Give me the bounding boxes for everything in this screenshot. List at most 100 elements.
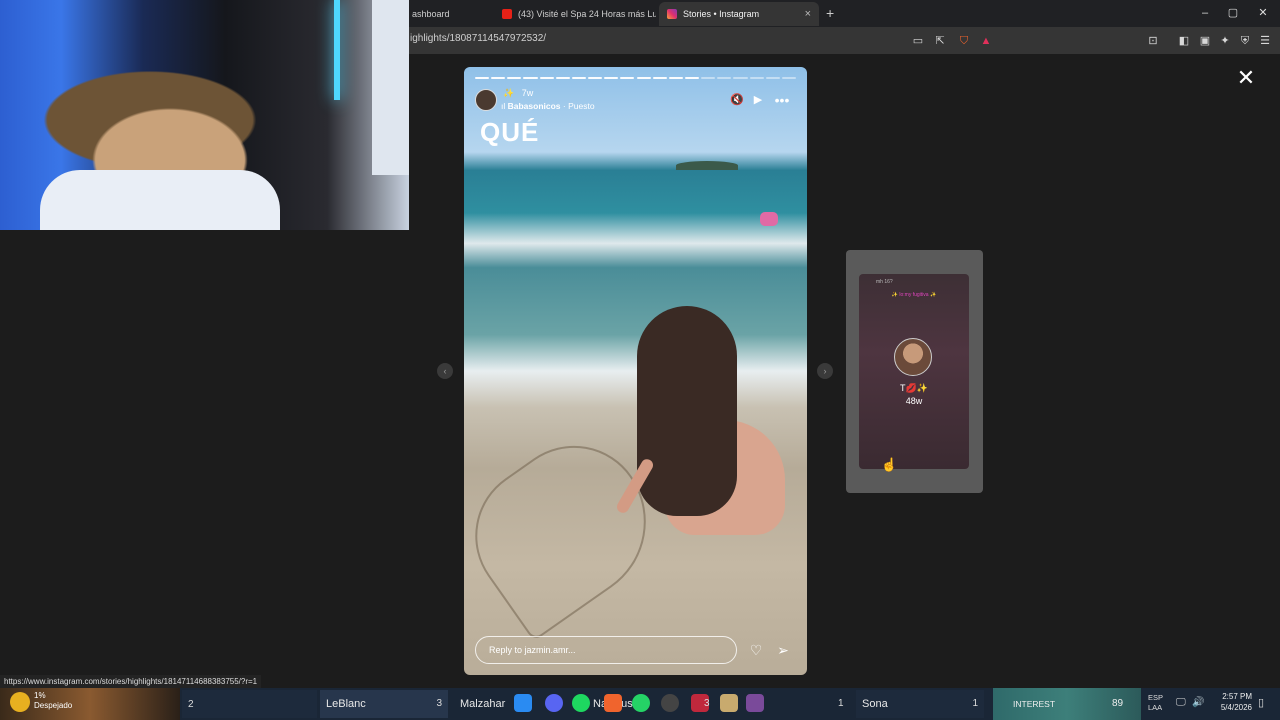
reply-input[interactable]: Reply to jazmin.amr... [475, 636, 737, 664]
sparkle-emoji: ✨ [503, 88, 515, 98]
story-caption: QUÉ [480, 117, 540, 147]
whatsapp-icon[interactable] [632, 694, 650, 712]
mute-icon[interactable]: 🔇 [729, 92, 745, 108]
progress-segment [636, 77, 651, 79]
progress-segment [620, 77, 635, 79]
send-icon[interactable]: ➢ [774, 641, 792, 659]
obs-icon[interactable] [661, 694, 679, 712]
brave-browser-icon[interactable] [604, 694, 622, 712]
next-story-avatar[interactable] [894, 338, 932, 376]
volume-icon[interactable]: 🔊 [1192, 697, 1204, 708]
progress-segment [668, 77, 683, 79]
tab-label: (43) Visité el Spa 24 Horas más Lujos [518, 9, 656, 19]
music-song: · Puesto [562, 101, 595, 111]
weather-widget[interactable]: 1% Despejado [34, 691, 72, 711]
discord-icon[interactable] [545, 694, 563, 712]
play-icon[interactable]: ▶ [750, 92, 766, 108]
next-story-arrow[interactable]: › [817, 363, 833, 379]
next-story-caption: ✨ lo:my fugitiva ✨ [891, 292, 937, 298]
next-story-name: T💋✨ [900, 383, 928, 393]
taskbar-segment[interactable]: 2 [182, 690, 317, 718]
new-tab-button[interactable]: + [826, 5, 834, 21]
weather-icon [10, 692, 30, 712]
system-clock[interactable]: 2:57 PM 5/4/2026 [1210, 691, 1252, 713]
interest-label: INTEREST [1013, 699, 1056, 709]
brave-shield-icon[interactable]: ⛉ [956, 33, 972, 49]
url-field[interactable]: ighlights/18087114547972532/ [410, 33, 546, 44]
reply-placeholder: Reply to jazmin.amr... [489, 645, 576, 655]
notification-icon[interactable]: ▯ [1258, 696, 1264, 709]
story-time: ✨ 7w [503, 88, 533, 99]
spotify-icon[interactable] [572, 694, 590, 712]
music-icon: ıl [501, 101, 506, 111]
story-island [676, 161, 738, 170]
progress-segment [523, 77, 538, 79]
segment-label: Malzahar [460, 698, 506, 710]
language-line1: ESP [1148, 693, 1164, 702]
next-story-tiny-label: mh 16? [876, 279, 893, 285]
next-story-time: 48w [905, 396, 923, 406]
restore-button[interactable]: ▢ [1216, 4, 1250, 22]
close-viewer-icon[interactable]: ✕ [1235, 67, 1257, 89]
progress-segment [749, 77, 764, 79]
tab-close-icon[interactable]: × [805, 8, 811, 20]
cast-icon[interactable]: ▭ [910, 33, 926, 49]
sidebar-icon[interactable]: ◧ [1176, 33, 1192, 49]
taskbar-leblanc[interactable]: LeBlanc 3 [320, 690, 448, 718]
screenshot-icon[interactable]: ⊡ [1145, 33, 1161, 49]
webcam-overlay [0, 0, 409, 230]
vpn-icon[interactable]: ⛨ [1237, 33, 1253, 49]
story-person-hair [637, 306, 737, 516]
riot-count: 3 [704, 698, 710, 709]
instagram-icon [667, 9, 677, 19]
prev-story-arrow[interactable]: ‹ [437, 363, 453, 379]
menu-icon[interactable]: ☰ [1257, 33, 1273, 49]
progress-segment [781, 77, 796, 79]
story-music[interactable]: ıl Babasonicos · Puesto [501, 101, 595, 111]
progress-segment [491, 77, 506, 79]
story-swimmer [760, 212, 778, 226]
leo-ai-icon[interactable]: ✦ [1217, 33, 1233, 49]
tab-label: ashboard [412, 9, 450, 19]
brave-rewards-icon[interactable]: ▲ [978, 33, 994, 49]
taskbar-malzahar[interactable]: Malzahar [454, 690, 514, 718]
progress-segment [652, 77, 667, 79]
progress-segment [701, 77, 716, 79]
window-close-button[interactable]: ✕ [1246, 4, 1280, 22]
segment-count: 1 [972, 698, 978, 709]
progress-segment [555, 77, 570, 79]
segment-count: 3 [436, 698, 442, 709]
progress-segment [604, 77, 619, 79]
heart-icon[interactable]: ♡ [747, 641, 765, 659]
language-indicator[interactable]: ESP LAA [1148, 693, 1163, 713]
progress-segment [588, 77, 603, 79]
tab-dashboard[interactable]: ashboard [404, 2, 492, 26]
taskbar-sona[interactable]: Sona 1 [856, 690, 984, 718]
progress-segment [539, 77, 554, 79]
windows-start-icon[interactable] [514, 694, 532, 712]
segment-count: 2 [188, 699, 194, 710]
more-icon[interactable]: ••• [774, 92, 790, 108]
language-line2: LAA [1148, 703, 1163, 712]
weather-desc: Despejado [34, 701, 73, 710]
progress-segment [507, 77, 522, 79]
story-avatar[interactable] [475, 89, 497, 111]
wallet-icon[interactable]: ▣ [1197, 33, 1213, 49]
league-of-legends-icon[interactable] [720, 694, 738, 712]
clock-date: 5/4/2026 [1220, 703, 1252, 712]
app-icon[interactable] [746, 694, 764, 712]
segment-count: 1 [838, 698, 844, 709]
interest-value: 89 [1112, 698, 1124, 709]
tab-instagram-stories[interactable]: Stories • Instagram × [659, 2, 819, 26]
progress-segment [733, 77, 748, 79]
clock-time: 2:57 PM [1222, 692, 1252, 701]
segment-label: Sona [862, 698, 888, 710]
share-icon[interactable]: ⇱ [932, 33, 948, 49]
progress-segment [571, 77, 587, 79]
tab-youtube[interactable]: (43) Visité el Spa 24 Horas más Lujos [494, 2, 656, 26]
weather-temp: 1% [34, 691, 46, 700]
network-icon[interactable]: 🖵 [1176, 697, 1186, 708]
youtube-icon [502, 9, 512, 19]
segment-label: LeBlanc [326, 698, 366, 710]
progress-segment [717, 77, 732, 79]
